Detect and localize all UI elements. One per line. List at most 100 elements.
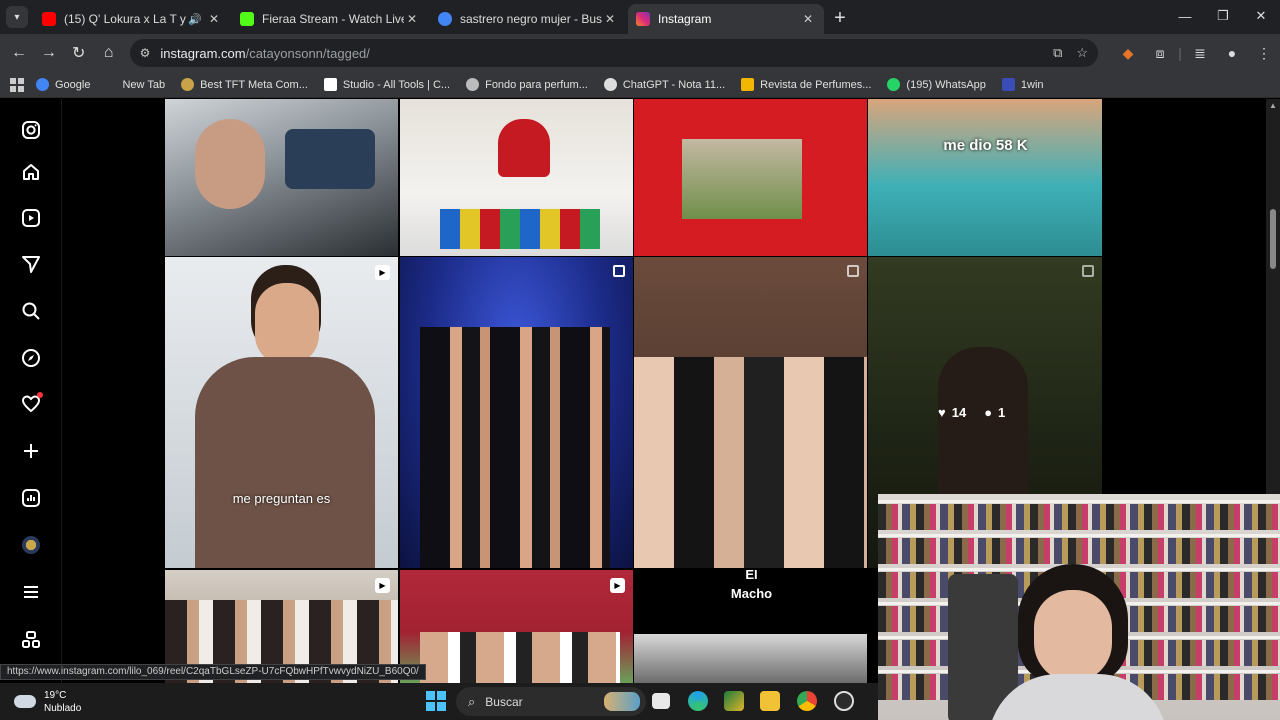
separator: |	[1178, 45, 1182, 61]
tab-strip: ▾ (15) Q' Lokura x La T y La M 🔊 ✕ Fiera…	[0, 0, 1280, 34]
revista-icon	[741, 78, 755, 91]
streamer	[988, 564, 1168, 720]
profile-avatar	[22, 536, 40, 554]
instagram-icon	[636, 12, 650, 26]
speaker-icon[interactable]: 🔊	[188, 13, 202, 26]
url-host: instagram.com	[160, 45, 246, 61]
bookmark-label: 1win	[1020, 78, 1044, 91]
bookmark-google[interactable]: Google	[36, 78, 90, 91]
windows-start-icon[interactable]	[426, 691, 446, 711]
close-window-icon[interactable]: ✕	[1242, 0, 1280, 32]
carousel-icon	[1082, 265, 1094, 277]
minimize-icon[interactable]: —	[1166, 0, 1204, 32]
app-icon[interactable]	[724, 691, 744, 711]
browser-menu-icon[interactable]: ⋮	[1248, 45, 1280, 62]
messages-icon[interactable]	[18, 251, 44, 277]
edge-icon[interactable]	[688, 691, 708, 711]
search-icon: ⌕	[468, 693, 476, 709]
bookmark-fondo[interactable]: Fondo para perfum...	[466, 78, 588, 91]
address-bar[interactable]: ⚙ instagram.com /catayonsonn/tagged/ ⧉ ☆	[129, 39, 1099, 67]
link-status-url: https://www.instagram.com/lilo_069/reel/…	[0, 664, 426, 680]
post-stats: ♥ 14 ● 1	[938, 405, 1005, 420]
home-icon[interactable]: ⌂	[94, 38, 124, 68]
forward-icon[interactable]: →	[34, 38, 64, 68]
obs-icon[interactable]	[834, 691, 854, 711]
reels-icon[interactable]	[18, 205, 44, 231]
restore-icon[interactable]: ❐	[1204, 0, 1242, 32]
file-explorer-icon[interactable]	[760, 691, 780, 711]
media-control-icon[interactable]: ≣	[1184, 45, 1216, 62]
youtube-icon	[42, 12, 56, 26]
comments-count: 1	[998, 405, 1006, 420]
notifications-icon[interactable]	[18, 391, 44, 417]
back-icon[interactable]: ←	[4, 38, 34, 68]
reel-icon: ▶	[375, 578, 390, 593]
post-tile[interactable]: ▶	[400, 570, 633, 683]
screen: { "browser": { "tabs": [ {"title": "(15)…	[0, 0, 1280, 720]
whatsapp-icon	[887, 78, 901, 91]
dashboard-icon[interactable]	[18, 485, 44, 511]
bookmark-label: Revista de Perfumes...	[760, 78, 872, 91]
install-app-icon[interactable]: ⧉	[1053, 45, 1062, 61]
post-tile[interactable]: ▶ me preguntan es	[165, 257, 398, 568]
google-icon	[438, 12, 452, 26]
tab-title: Instagram	[658, 12, 712, 26]
home-icon[interactable]	[18, 159, 44, 185]
notification-dot	[37, 392, 43, 398]
more-menu-icon[interactable]	[18, 579, 44, 605]
bookmark-whatsapp[interactable]: (195) WhatsApp	[887, 78, 986, 91]
bookmark-label: New Tab	[122, 78, 166, 91]
close-tab-icon[interactable]: ✕	[800, 12, 816, 26]
post-tile[interactable]	[634, 99, 867, 256]
bookmark-new-tab[interactable]: New Tab	[122, 79, 165, 91]
weather-widget[interactable]: 19°C Nublado	[14, 689, 81, 715]
tab-instagram[interactable]: Instagram ✕	[628, 4, 824, 34]
google-icon	[36, 78, 49, 91]
site-info-icon[interactable]: ⚙	[140, 46, 151, 60]
post-tile[interactable]	[634, 257, 867, 568]
scroll-up-icon[interactable]: ▲	[1269, 101, 1277, 110]
instagram-sidebar	[0, 99, 62, 683]
chrome-icon[interactable]	[797, 691, 817, 711]
close-tab-icon[interactable]: ✕	[602, 12, 618, 26]
new-tab-icon[interactable]: +	[826, 4, 854, 32]
bookmark-1win[interactable]: 1win	[1001, 78, 1044, 91]
bookmark-tft[interactable]: Best TFT Meta Com...	[181, 78, 308, 91]
close-tab-icon[interactable]: ✕	[206, 12, 222, 26]
post-caption: El Macho	[730, 570, 773, 601]
extensions-puzzle-icon[interactable]: ⧈	[1144, 45, 1176, 62]
extension-fox-icon[interactable]: ◆	[1112, 45, 1144, 62]
create-icon[interactable]	[18, 438, 44, 464]
post-tile[interactable]	[400, 257, 633, 568]
post-tile[interactable]	[400, 99, 633, 256]
bookmark-chatgpt[interactable]: ChatGPT - Nota 11...	[603, 78, 725, 91]
threads-icon[interactable]	[18, 627, 44, 653]
bookmark-revista[interactable]: Revista de Perfumes...	[741, 78, 871, 91]
tab-title: sastrero negro mujer - Buscar c	[460, 12, 602, 26]
heart-icon: ♥	[938, 405, 946, 420]
likes-count: 14	[951, 405, 967, 420]
profile-avatar-icon[interactable]: ●	[1216, 45, 1248, 61]
apps-grid-icon[interactable]	[10, 77, 24, 92]
taskbar-search[interactable]: ⌕ Buscar	[456, 687, 646, 716]
instagram-logo-icon[interactable]	[18, 117, 44, 143]
url-path: /catayonsonn/tagged/	[245, 45, 370, 61]
bookmark-studio[interactable]: Studio - All Tools | C...	[323, 78, 450, 91]
post-tile[interactable]: me dio 58 K	[868, 99, 1102, 256]
task-view-icon[interactable]	[652, 693, 670, 709]
tab-search-chevron-icon[interactable]: ▾	[6, 6, 28, 28]
close-tab-icon[interactable]: ✕	[404, 12, 420, 26]
bookmark-star-icon[interactable]: ☆	[1076, 45, 1088, 61]
explore-icon[interactable]	[18, 345, 44, 371]
tab-kick[interactable]: Fieraa Stream - Watch Live on K ✕	[232, 4, 428, 34]
post-tile[interactable]: El Macho	[634, 570, 867, 683]
tab-youtube[interactable]: (15) Q' Lokura x La T y La M 🔊 ✕	[34, 4, 230, 34]
reload-icon[interactable]: ↻	[64, 38, 94, 68]
openai-icon	[466, 78, 480, 91]
comment-icon: ●	[984, 405, 993, 420]
search-icon[interactable]	[18, 298, 44, 324]
post-tile[interactable]	[165, 99, 398, 256]
profile-icon[interactable]	[18, 532, 44, 558]
scrollbar-thumb[interactable]	[1270, 209, 1276, 269]
tab-google-search[interactable]: sastrero negro mujer - Buscar c ✕	[430, 4, 626, 34]
